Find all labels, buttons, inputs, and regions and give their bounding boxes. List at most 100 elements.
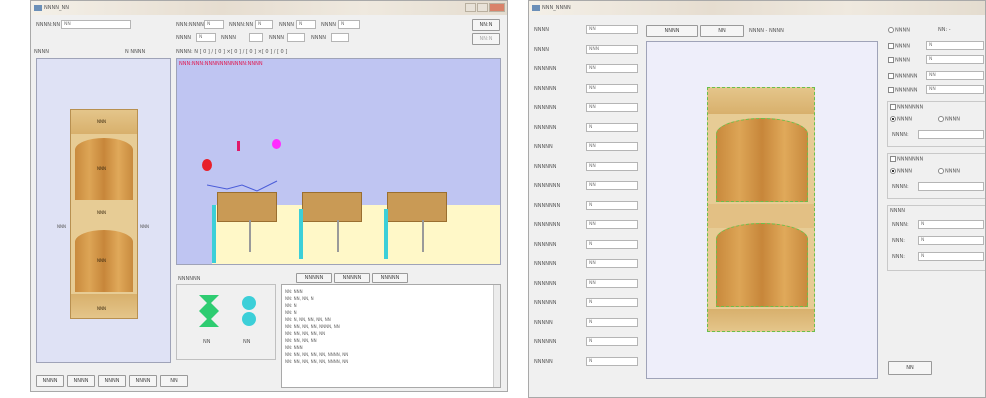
field-input[interactable]: NN <box>586 181 638 190</box>
opt-top: NNNN <box>888 27 910 34</box>
door-detail-frame <box>707 87 815 332</box>
group-3: NNNN NNNN: N NNN: N NNN: N <box>887 205 985 271</box>
field-input[interactable]: NN <box>586 220 638 229</box>
input-b[interactable]: N <box>255 20 273 29</box>
group-2-field-label: NNNN: <box>892 184 909 190</box>
field-input[interactable]: NN <box>586 161 638 171</box>
input-h[interactable] <box>331 33 349 42</box>
group-2-field[interactable] <box>918 182 984 191</box>
log-panel[interactable]: NN: NNN NN: NN, NN, N NN: N NN: N NN: N,… <box>281 284 501 388</box>
group-1-field[interactable] <box>918 130 984 139</box>
right-window: NNN_NNNN NNNN NN NNNN NNN NNNNNN NN NNNNNN NN NN… <box>528 0 986 398</box>
group-1-field-label: NNNN: <box>892 132 909 138</box>
field-input[interactable]: N <box>586 356 638 366</box>
check-4-value[interactable]: NN <box>926 85 984 94</box>
log-line: NN: NNN <box>285 289 303 294</box>
field-row: NNNNNNNN <box>534 158 639 178</box>
door-detail-view <box>646 41 878 379</box>
log-scrollbar[interactable] <box>493 285 500 387</box>
field-row: NNNNNNNN <box>534 60 639 80</box>
input-e[interactable]: N <box>196 33 216 42</box>
field-input[interactable]: N <box>586 239 638 249</box>
field-input[interactable]: NN <box>586 142 638 151</box>
maximize-button[interactable] <box>477 3 488 12</box>
field-label: NNNNN <box>534 319 553 326</box>
field-label: NNNNNN <box>534 105 557 111</box>
close-button[interactable] <box>489 3 505 12</box>
bottom-button-2[interactable]: NNNN <box>67 375 95 387</box>
bottom-button-4[interactable]: NNNN <box>129 375 157 387</box>
group-2-radio-b[interactable]: NNNN <box>938 168 960 175</box>
field-row: NNNNNNNN <box>534 99 639 119</box>
group-2-title[interactable]: NNNNNNN <box>890 156 923 163</box>
magenta-dot <box>272 139 281 149</box>
field-label: NNNN <box>534 46 549 53</box>
input-a[interactable]: N <box>204 20 224 29</box>
group-3-field-1[interactable]: N <box>918 220 984 229</box>
field-input[interactable]: N <box>586 200 638 210</box>
bottom-button-5[interactable]: NN <box>160 375 188 387</box>
tab-2[interactable]: NNNNN <box>334 273 370 283</box>
field-input[interactable]: NN <box>586 259 638 268</box>
minimize-button[interactable] <box>465 3 476 12</box>
top-right-button-2[interactable]: NN:N <box>472 33 500 45</box>
field-input[interactable]: NN <box>586 103 638 112</box>
group-3-field-3[interactable]: N <box>918 252 984 261</box>
field-input[interactable]: N <box>586 317 638 327</box>
field-row: NNNNNN <box>534 314 639 334</box>
field-label: NNNNNNN <box>534 202 561 209</box>
tab-1[interactable]: NNNNN <box>296 273 332 283</box>
check-4[interactable]: NNNNNN <box>888 87 917 94</box>
tab-3[interactable]: NNNNN <box>372 273 408 283</box>
scene-view[interactable]: NNN:NNN:NNNNNNNNNNN:NNNN <box>176 58 501 265</box>
upper-panel-detail <box>716 118 808 202</box>
group-1-title[interactable]: NNNNNNN <box>890 104 923 111</box>
confirm-button[interactable]: NN <box>888 361 932 375</box>
bottom-button-1[interactable]: NNNN <box>36 375 64 387</box>
input-c[interactable]: N <box>296 20 316 29</box>
check-1-value[interactable]: N <box>926 41 984 50</box>
group-3-field-2[interactable]: N <box>918 236 984 245</box>
field-input[interactable]: NN <box>586 25 638 34</box>
left-window-title: NNNN_NN <box>44 5 69 11</box>
group-2-radio-a[interactable]: NNNN <box>890 168 912 175</box>
group-2: NNNNNNN NNNN NNNN NNNN: <box>887 153 985 199</box>
cyan-post-1 <box>212 205 216 263</box>
top-button-1[interactable]: NNNN <box>646 25 698 37</box>
field1-input[interactable]: NN <box>61 20 131 29</box>
field-input[interactable]: N <box>586 298 638 307</box>
field-input[interactable]: N <box>586 122 638 132</box>
label-bottom: NNN <box>97 306 106 311</box>
group-3-title: NNNN <box>890 208 905 214</box>
legend-label-2: NN <box>243 339 251 345</box>
top-right-button-1[interactable]: NN:N <box>472 19 500 31</box>
check-1[interactable]: NNNN <box>888 43 910 50</box>
field-input[interactable]: N <box>586 337 638 346</box>
group-1-radio-b[interactable]: NNNN <box>938 116 960 123</box>
field-label: NNNNN <box>534 358 553 365</box>
block-3 <box>387 192 447 222</box>
field-row: NNNNNNNN <box>534 255 639 275</box>
green-x-icon <box>199 295 219 327</box>
check-2[interactable]: NNNN <box>888 57 910 64</box>
field-input[interactable]: NNN <box>586 44 638 54</box>
check-3[interactable]: NNNNNN <box>888 73 917 80</box>
bottom-button-3[interactable]: NNNN <box>98 375 126 387</box>
field-input[interactable]: NN <box>586 83 638 93</box>
input-d[interactable]: N <box>338 20 360 29</box>
check-3-value[interactable]: NN <box>926 71 984 80</box>
right-window-title: NNN_NNNN <box>542 5 571 11</box>
field-row: NNNNNNN NN <box>534 177 639 197</box>
input-f[interactable] <box>249 33 263 42</box>
top-button-2[interactable]: NN <box>700 25 744 37</box>
gray-post-1 <box>249 220 251 252</box>
field-input[interactable]: NN <box>586 64 638 73</box>
left-window-titlebar: NNNN_NN <box>31 1 507 15</box>
red-dot <box>202 159 212 171</box>
input-g[interactable] <box>287 33 305 42</box>
field-input[interactable]: NN <box>586 278 638 288</box>
field-label: NNNNNNN <box>534 183 561 189</box>
group-1-radio-a[interactable]: NNNN <box>890 116 912 123</box>
check-2-value[interactable]: N <box>926 55 984 64</box>
app-icon <box>532 5 540 11</box>
